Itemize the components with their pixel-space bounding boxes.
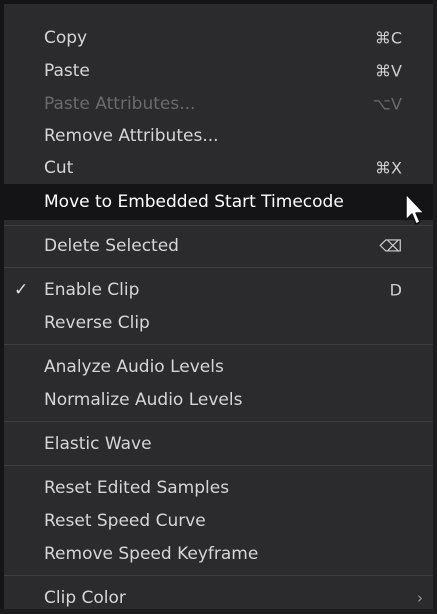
menu-item-label: Reset Edited Samples [44,477,230,498]
shortcut-label: D [389,280,402,299]
arrow-pointer-icon [405,193,425,225]
menu-item-delete-selected[interactable]: Delete Selected ⌫ [4,229,433,262]
menu-item-label: Reverse Clip [44,312,150,333]
backspace-icon: ⌫ [379,236,402,255]
shortcut-label: ⌘V [375,61,402,80]
menu-item-label: Normalize Audio Levels [44,389,243,410]
menu-separator [4,344,433,345]
menu-item-paste-attributes: Paste Attributes... ⌥V [4,87,433,120]
menu-item-move-to-embedded-start-timecode[interactable]: Move to Embedded Start Timecode [4,184,433,220]
menu-item-label: Delete Selected [44,235,179,256]
menu-item-label: Enable Clip [44,279,140,300]
menu-item-normalize-audio-levels[interactable]: Normalize Audio Levels [4,383,433,416]
menu-item-reset-edited-samples[interactable]: Reset Edited Samples [4,471,433,504]
menu-item-enable-clip[interactable]: ✓ Enable Clip D [4,273,433,306]
menu-item-remove-attributes[interactable]: Remove Attributes... [4,119,433,152]
menu-item-copy[interactable]: Copy ⌘C [4,21,433,54]
checkmark-icon: ✓ [14,279,29,300]
menu-item-cut[interactable]: Cut ⌘X [4,151,433,184]
shortcut-label: ⌘X [375,158,402,177]
menu-item-analyze-audio-levels[interactable]: Analyze Audio Levels [4,350,433,383]
menu-item-clip-color[interactable]: Clip Color › [4,581,433,614]
menu-item-label: Copy [44,27,88,48]
menu-separator [4,225,433,226]
menu-item-label: Cut [44,157,74,178]
menu-item-label: Reset Speed Curve [44,510,206,531]
menu-separator [4,267,433,268]
menu-item-label: Analyze Audio Levels [44,356,224,377]
menu-item-remove-speed-keyframe[interactable]: Remove Speed Keyframe [4,537,433,570]
menu-item-label: Paste [44,60,90,81]
menu-item-reverse-clip[interactable]: Reverse Clip [4,306,433,339]
shortcut-label: ⌥V [372,94,402,113]
menu-item-label: Paste Attributes... [44,93,196,114]
menu-separator [4,465,433,466]
menu-item-elastic-wave[interactable]: Elastic Wave [4,427,433,460]
menu-item-label: Remove Speed Keyframe [44,543,259,564]
menu-item-label: Move to Embedded Start Timecode [44,192,344,212]
menu-item-paste[interactable]: Paste ⌘V [4,54,433,87]
menu-item-reset-speed-curve[interactable]: Reset Speed Curve [4,504,433,537]
menu-separator [4,421,433,422]
menu-separator [4,575,433,576]
menu-item-label: Clip Color [44,587,126,608]
context-menu: Copy ⌘C Paste ⌘V Paste Attributes... ⌥V … [0,0,433,609]
menu-item-label: Elastic Wave [44,433,152,454]
menu-item-label: Remove Attributes... [44,125,219,146]
shortcut-label: ⌘C [374,28,402,47]
chevron-right-icon: › [417,588,423,607]
